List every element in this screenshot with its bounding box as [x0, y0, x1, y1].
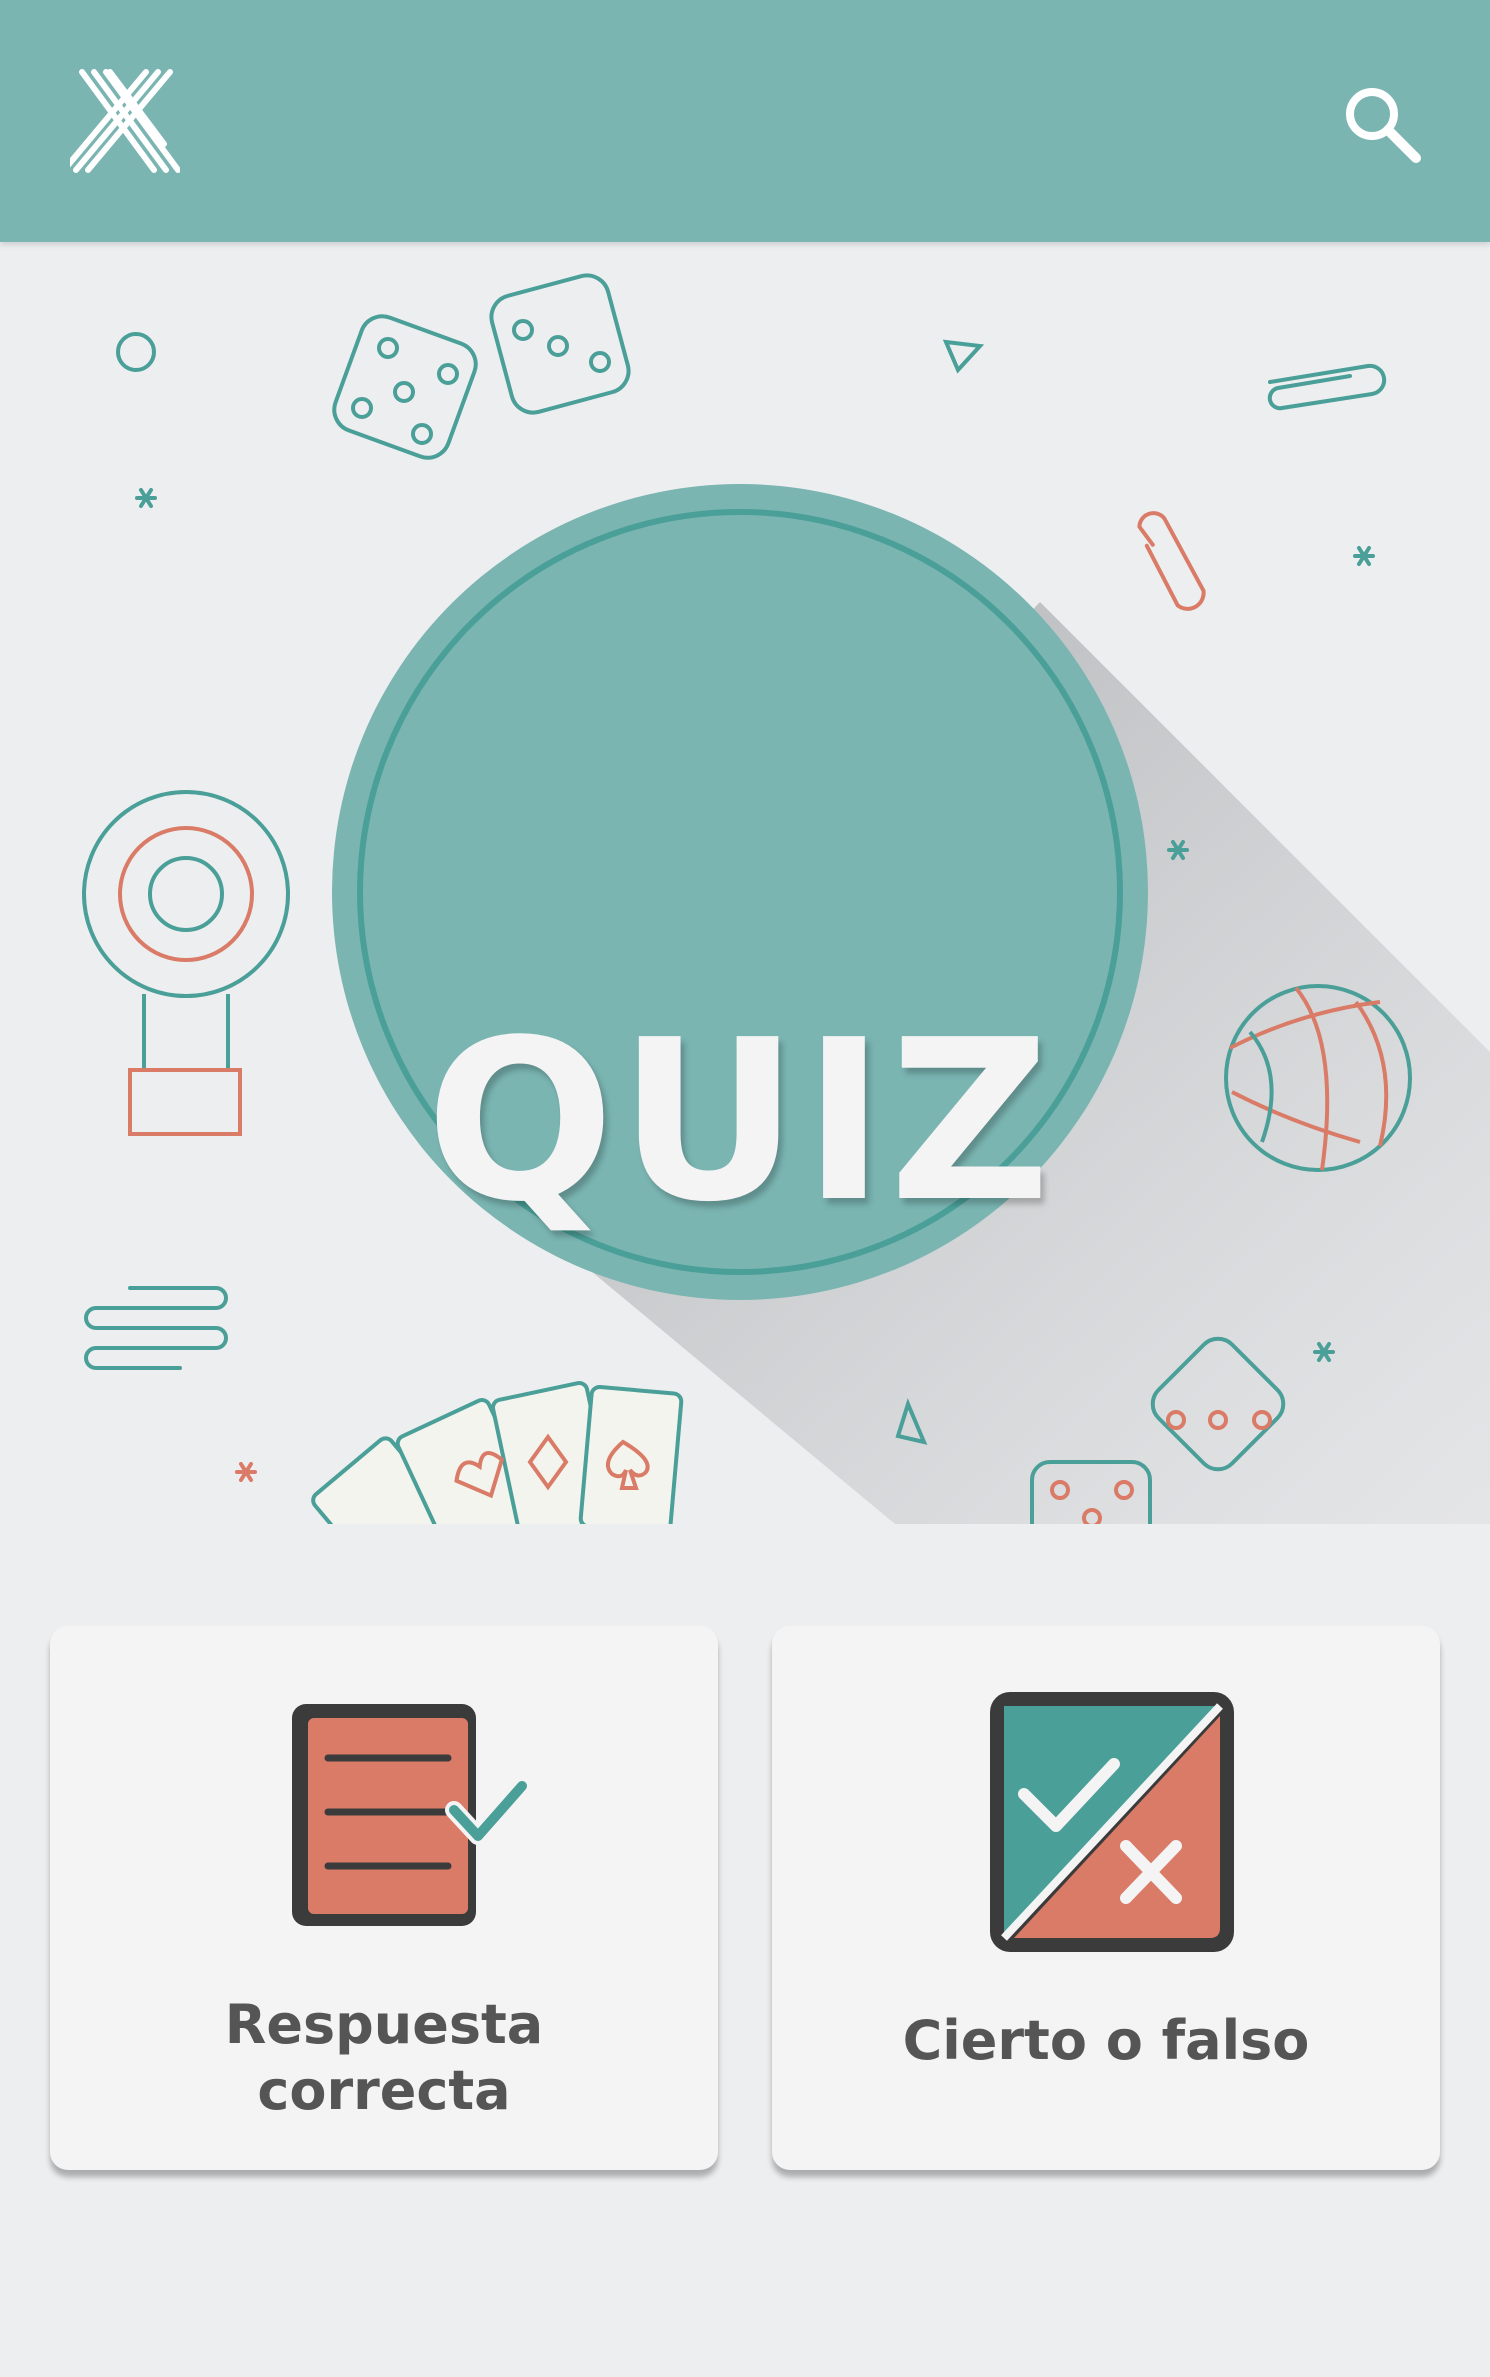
document-check-icon [292, 1704, 531, 1926]
wavy-lines-doodle [84, 1286, 228, 1370]
playing-cards-doodle [311, 1381, 684, 1524]
true-false-icon [990, 1692, 1234, 1952]
target-trophy-doodle [82, 790, 290, 1136]
quiz-hero-banner: QUIZ [0, 242, 1490, 1524]
option-label: Cierto o falso [902, 2009, 1310, 2072]
small-circle-doodle [116, 332, 156, 372]
star-doodle [135, 488, 157, 508]
option-label: Respuesta correcta [50, 1992, 718, 2124]
star-doodle-orange [235, 1462, 257, 1482]
triangle-doodle [942, 339, 985, 374]
option-label-line2: correcta [257, 2059, 511, 2122]
option-label-line1: Respuesta [224, 1993, 544, 2056]
star-doodle [1353, 546, 1375, 566]
crossed-x-logo-icon[interactable] [70, 66, 180, 176]
app-header [0, 0, 1490, 242]
quiz-title: QUIZ [425, 993, 1055, 1251]
search-icon[interactable] [1340, 82, 1424, 166]
paperclip-doodle [1267, 363, 1387, 411]
dice-doodle [332, 273, 631, 460]
option-card-true-false[interactable]: Cierto o falso [772, 1626, 1440, 2170]
option-card-correct-answer[interactable]: Respuesta correcta [50, 1626, 718, 2170]
paperclip-vertical-doodle [1137, 511, 1206, 611]
